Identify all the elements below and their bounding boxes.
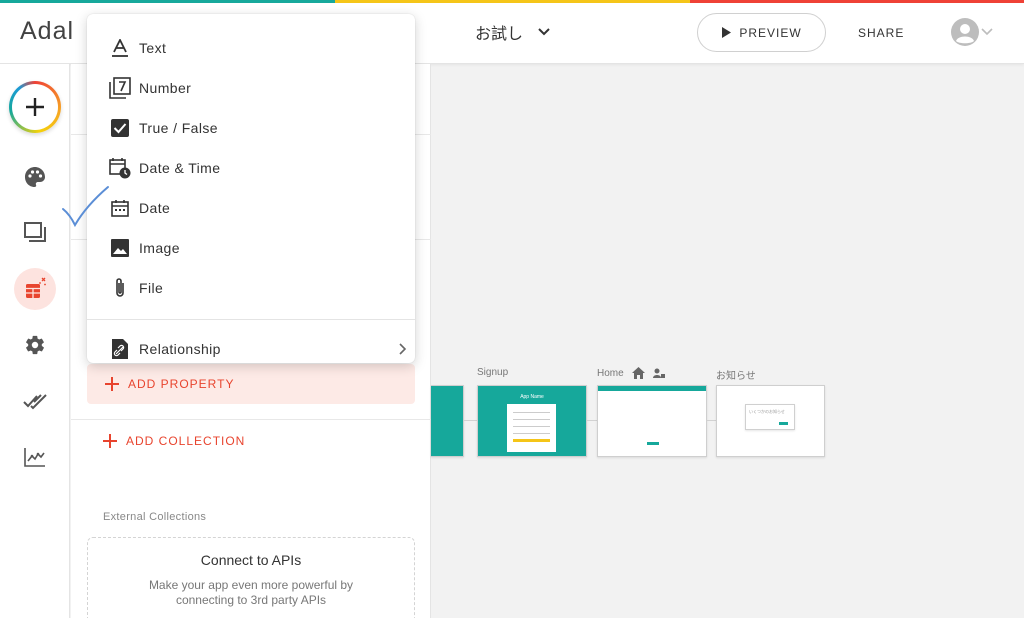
number-icon xyxy=(109,77,131,99)
menu-item-label: Text xyxy=(139,40,167,56)
play-icon xyxy=(722,27,732,38)
publish-button[interactable] xyxy=(22,388,48,414)
api-card-title: Connect to APIs xyxy=(200,552,302,568)
menu-item-label: Relationship xyxy=(139,341,221,357)
text-icon xyxy=(112,39,128,57)
menu-item-image[interactable]: Image xyxy=(87,228,415,268)
logo[interactable]: Adal xyxy=(20,17,74,46)
menu-item-label: Date & Time xyxy=(139,160,221,176)
relationship-icon xyxy=(112,339,128,359)
chevron-right-icon xyxy=(399,343,407,355)
menu-item-label: True / False xyxy=(139,120,218,136)
home-icon xyxy=(631,367,645,379)
menu-item-date-time[interactable]: Date & Time xyxy=(87,148,415,188)
external-collections-heading: External Collections xyxy=(103,511,207,523)
add-collection-button[interactable]: ADD COLLECTION xyxy=(103,434,245,448)
screen-name: お知らせ xyxy=(716,371,756,382)
menu-item-true-false[interactable]: True / False xyxy=(87,108,415,148)
app-name: お試し xyxy=(475,26,524,43)
add-button[interactable] xyxy=(9,81,61,133)
checkmark-annotation-icon xyxy=(62,186,109,228)
avatar-icon xyxy=(951,18,979,46)
gear-icon xyxy=(26,335,44,355)
menu-item-number[interactable]: Number xyxy=(87,68,415,108)
menu-item-label: Date xyxy=(139,200,171,216)
analytics-icon xyxy=(24,448,45,467)
screens-icon xyxy=(24,222,46,242)
add-collection-label: ADD COLLECTION xyxy=(126,434,246,448)
menu-item-text[interactable]: Text xyxy=(87,28,415,68)
divider xyxy=(71,419,431,420)
mini-dialog-text: いくつかのお知らせ xyxy=(749,409,785,414)
screen-link xyxy=(707,420,716,421)
api-card-description: Make your app even more powerful by conn… xyxy=(148,578,354,607)
double-check-icon xyxy=(23,394,47,410)
preview-button[interactable]: PREVIEW xyxy=(697,13,826,52)
menu-item-label: File xyxy=(139,280,164,296)
paperclip-icon xyxy=(116,278,124,297)
screen-name: Home xyxy=(597,367,624,379)
screen-thumbnail-notice[interactable]: いくつかのお知らせ xyxy=(716,385,825,457)
share-button[interactable]: SHARE xyxy=(858,26,904,40)
add-property-button[interactable]: ADD PROPERTY xyxy=(87,364,415,404)
calendar-icon xyxy=(111,200,129,217)
branding-button[interactable] xyxy=(22,164,48,190)
analytics-button[interactable] xyxy=(22,444,48,470)
menu-item-label: Image xyxy=(139,240,180,256)
menu-item-file[interactable]: File xyxy=(87,268,415,308)
screen-thumbnail-signup[interactable]: App Name xyxy=(477,385,587,457)
left-rail xyxy=(0,64,70,618)
screen-link xyxy=(587,420,597,421)
mini-signup-form xyxy=(507,404,556,452)
checkbox-icon xyxy=(111,119,129,137)
screen-thumbnail-home[interactable] xyxy=(597,385,707,457)
add-icon xyxy=(26,98,44,116)
database-icon xyxy=(26,277,46,298)
brand-stripe-yellow xyxy=(335,0,690,3)
user-lock-icon xyxy=(652,368,665,378)
chevron-down-icon xyxy=(538,28,550,36)
settings-button[interactable] xyxy=(22,332,48,358)
screens-button[interactable] xyxy=(22,220,48,246)
brand-stripe-red xyxy=(690,0,1024,3)
database-button[interactable] xyxy=(14,268,56,310)
screen-thumbnail-partial[interactable] xyxy=(431,385,464,457)
screen-label-notice: お知らせ xyxy=(716,367,756,382)
menu-item-label: Number xyxy=(139,80,192,96)
account-menu[interactable] xyxy=(951,18,993,46)
screen-link xyxy=(464,420,478,421)
mini-app-title: App Name xyxy=(520,394,544,400)
screen-name: Signup xyxy=(477,367,509,378)
plus-icon xyxy=(103,434,117,448)
screen-label-signup: Signup xyxy=(477,367,508,378)
datetime-icon xyxy=(109,158,131,179)
screen-label-home: Home xyxy=(597,367,665,379)
add-property-label: ADD PROPERTY xyxy=(128,377,235,391)
app-selector[interactable]: お試し xyxy=(475,20,551,44)
mini-dialog: いくつかのお知らせ xyxy=(745,404,795,430)
property-type-menu: Text Number True / False Date & Time Dat… xyxy=(87,14,415,363)
image-icon xyxy=(111,239,129,257)
palette-icon xyxy=(25,167,45,187)
chevron-down-icon xyxy=(981,28,993,36)
menu-item-date[interactable]: Date xyxy=(87,188,415,228)
connect-apis-card[interactable]: Connect to APIs Make your app even more … xyxy=(87,537,415,618)
brand-stripe-teal xyxy=(0,0,335,3)
plus-icon xyxy=(105,377,119,391)
menu-item-relationship[interactable]: Relationship xyxy=(87,329,415,369)
preview-label: PREVIEW xyxy=(739,25,802,40)
menu-divider xyxy=(87,319,415,320)
